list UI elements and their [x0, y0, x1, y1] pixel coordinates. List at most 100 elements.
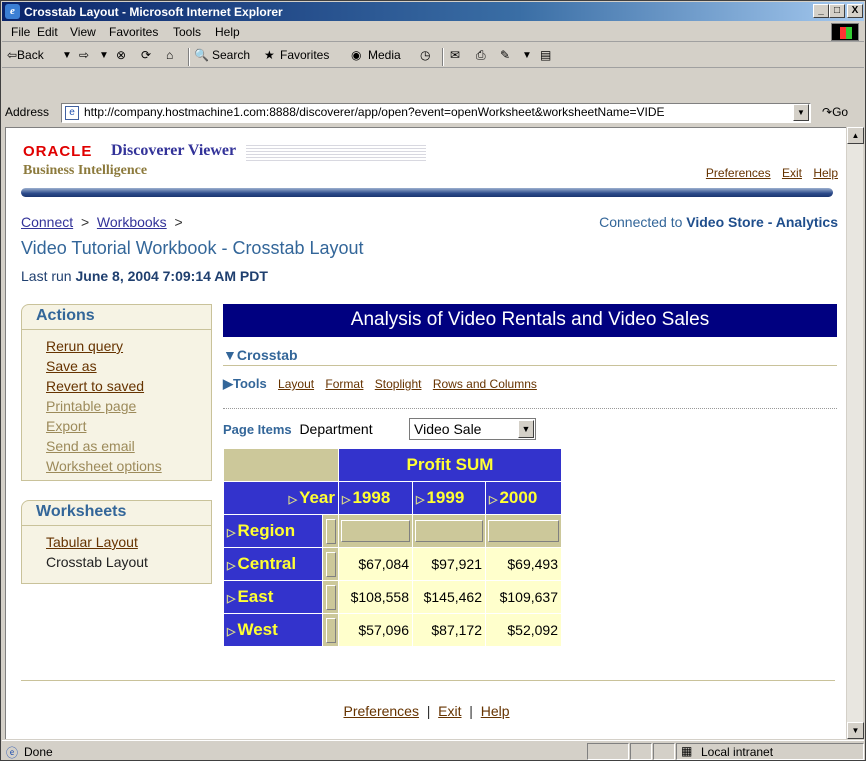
column-grip[interactable]	[485, 514, 562, 548]
forward-icon[interactable]: ⇨	[79, 48, 89, 62]
tool-stoplight[interactable]: Stoplight	[375, 377, 422, 391]
worksheets-title: Worksheets	[22, 501, 211, 526]
media-icon[interactable]: ◉	[351, 48, 361, 62]
breadcrumb-workbooks[interactable]: Workbooks	[97, 214, 167, 230]
forward-dropdown-icon[interactable]: ▼	[99, 50, 109, 61]
breadcrumb: Connect > Workbooks >	[21, 214, 183, 230]
print-icon[interactable]: ⎙	[476, 48, 486, 63]
data-cell: $87,172	[412, 613, 486, 647]
column-grip[interactable]	[412, 514, 486, 548]
title-bar: e Crosstab Layout - Microsoft Internet E…	[2, 2, 864, 21]
menu-help[interactable]: Help	[215, 25, 240, 39]
footer-help-link[interactable]: Help	[481, 703, 510, 719]
menu-file[interactable]: File	[11, 25, 30, 39]
back-button[interactable]: ⇦Back	[7, 48, 44, 62]
year-header-2000[interactable]: ▷ 2000	[485, 481, 562, 515]
history-icon[interactable]: ◷	[420, 48, 430, 62]
favorites-button[interactable]: Favorites	[280, 48, 329, 62]
actions-title: Actions	[22, 305, 211, 330]
action-rerun-query[interactable]: Rerun query	[46, 336, 201, 356]
header-pattern	[246, 145, 426, 161]
action-export[interactable]: Export	[46, 416, 201, 436]
tool-format[interactable]: Format	[325, 377, 363, 391]
tool-rows-and-columns[interactable]: Rows and Columns	[433, 377, 537, 391]
row-header-grip[interactable]	[322, 514, 339, 548]
worksheet-tabular-layout[interactable]: Tabular Layout	[46, 532, 201, 552]
product-name: Discoverer Viewer	[111, 142, 237, 159]
action-send-as-email[interactable]: Send as email	[46, 436, 201, 456]
ie-icon: e	[5, 4, 20, 19]
row-grip[interactable]	[322, 547, 339, 581]
year-header-1998[interactable]: ▷ 1998	[338, 481, 413, 515]
exit-link[interactable]: Exit	[782, 166, 802, 180]
header-divider	[21, 188, 833, 197]
menu-tools[interactable]: Tools	[173, 25, 201, 39]
home-icon[interactable]: ⌂	[166, 48, 173, 62]
minimize-button[interactable]: _	[813, 4, 829, 18]
tools-bar: ▶Tools Layout Format Stoplight Rows and …	[223, 376, 537, 392]
refresh-icon[interactable]: ⟳	[141, 48, 151, 62]
data-cell: $52,092	[485, 613, 562, 647]
address-url: http://company.hostmachine1.com:8888/dis…	[84, 105, 665, 119]
collapse-triangle-icon[interactable]: ▼	[223, 347, 237, 363]
row-grip[interactable]	[322, 580, 339, 614]
menu-edit[interactable]: Edit	[37, 25, 58, 39]
worksheets-panel: Worksheets Tabular Layout Crosstab Layou…	[21, 500, 212, 584]
tools-toggle[interactable]: ▶Tools	[223, 376, 267, 391]
zone-text: Local intranet	[701, 745, 774, 759]
back-dropdown-icon[interactable]: ▼	[62, 50, 72, 61]
mail-icon[interactable]: ✉	[450, 48, 460, 62]
discuss-icon[interactable]: ▤	[540, 48, 551, 62]
year-dimension-header[interactable]: ▷ Year	[223, 481, 339, 515]
scroll-down-icon[interactable]: ▼	[847, 722, 864, 739]
edit-icon[interactable]: ✎	[500, 48, 510, 62]
action-worksheet-options[interactable]: Worksheet options	[46, 456, 201, 476]
row-grip[interactable]	[322, 613, 339, 647]
go-arrow-icon: ↷	[822, 105, 833, 119]
region-central[interactable]: ▷ Central	[223, 547, 323, 581]
menu-favorites[interactable]: Favorites	[109, 25, 158, 39]
preferences-link[interactable]: Preferences	[706, 166, 771, 180]
search-button[interactable]: Search	[212, 48, 250, 62]
dimension-arrow-icon: ▷	[416, 494, 425, 506]
media-button[interactable]: Media	[368, 48, 401, 62]
edit-dropdown-icon[interactable]: ▼	[522, 50, 532, 61]
address-dropdown-icon[interactable]: ▼	[793, 104, 809, 121]
breadcrumb-connect[interactable]: Connect	[21, 214, 73, 230]
action-printable-page[interactable]: Printable page	[46, 396, 201, 416]
search-icon[interactable]: 🔍	[194, 48, 209, 62]
help-link[interactable]: Help	[813, 166, 838, 180]
footer-links: Preferences | Exit | Help	[343, 703, 510, 719]
action-revert-to-saved[interactable]: Revert to saved	[46, 376, 201, 396]
close-button[interactable]: X	[847, 4, 863, 18]
stop-icon[interactable]: ⊗	[116, 48, 126, 62]
region-east[interactable]: ▷ East	[223, 580, 323, 614]
dimension-arrow-icon: ▷	[489, 494, 498, 506]
footer-exit-link[interactable]: Exit	[438, 703, 461, 719]
dimension-arrow-icon: ▷	[288, 494, 298, 506]
chevron-down-icon[interactable]: ▼	[518, 420, 534, 438]
page-items: Page Items Department Video Sale ▼	[223, 418, 536, 440]
menu-view[interactable]: View	[70, 25, 96, 39]
maximize-button[interactable]: □	[829, 4, 845, 18]
data-cell: $109,637	[485, 580, 562, 614]
year-header-1999[interactable]: ▷ 1999	[412, 481, 486, 515]
region-west[interactable]: ▷ West	[223, 613, 323, 647]
column-grip[interactable]	[338, 514, 413, 548]
scroll-up-icon[interactable]: ▲	[847, 127, 864, 144]
go-button[interactable]: ↷Go	[822, 105, 848, 119]
footer-divider	[21, 680, 835, 681]
browser-window: e Crosstab Layout - Microsoft Internet E…	[0, 0, 866, 761]
address-bar: Address e http://company.hostmachine1.co…	[2, 101, 864, 125]
dimension-arrow-icon: ▷	[342, 494, 351, 506]
tool-layout[interactable]: Layout	[278, 377, 314, 391]
measure-header: Profit SUM	[338, 448, 562, 482]
footer-preferences-link[interactable]: Preferences	[343, 703, 418, 719]
department-select[interactable]: Video Sale ▼	[409, 418, 536, 440]
vertical-scrollbar[interactable]: ▲ ▼	[846, 127, 864, 739]
address-input[interactable]: e http://company.hostmachine1.com:8888/d…	[61, 103, 811, 123]
favorites-icon[interactable]: ★	[264, 48, 275, 62]
action-save-as[interactable]: Save as	[46, 356, 201, 376]
region-dimension-header[interactable]: ▷ Region	[223, 514, 323, 548]
crosstab-section-header[interactable]: ▼Crosstab	[223, 347, 837, 366]
